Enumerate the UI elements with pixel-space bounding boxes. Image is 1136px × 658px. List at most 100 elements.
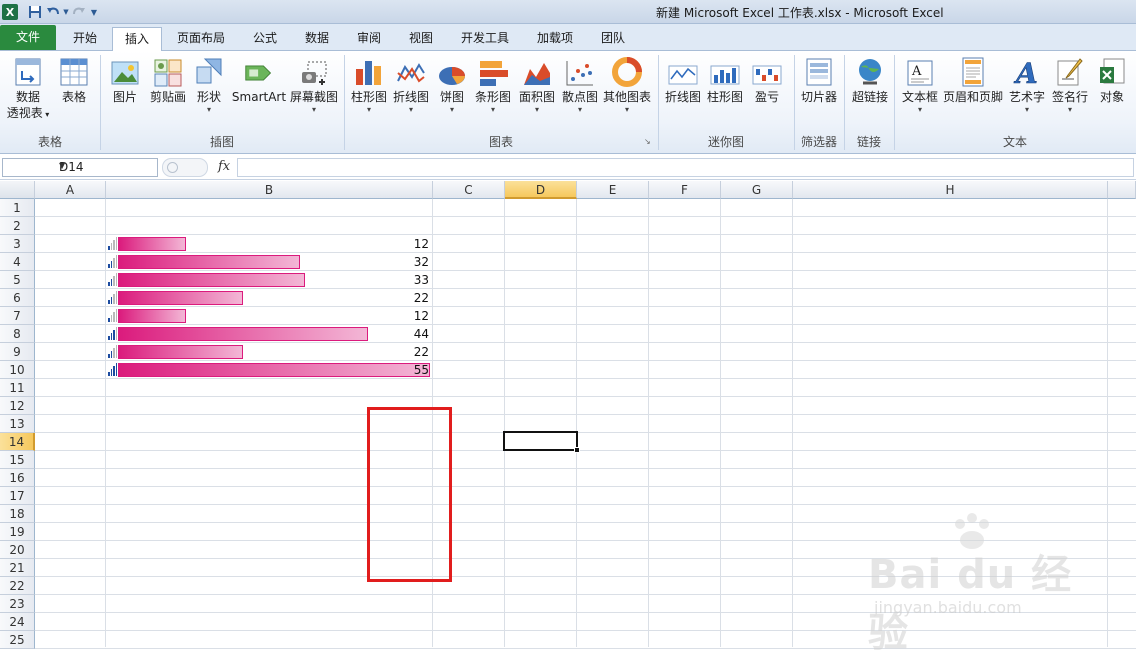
row-header-19[interactable]: 19 [0,523,35,541]
cell-value-row-5[interactable]: 33 [367,271,430,289]
tab-view[interactable]: 视图 [398,27,444,51]
area-chart-button[interactable]: 面积图 ▾ [516,55,558,115]
gridline-vertical [720,199,721,647]
row-header-3[interactable]: 3 [0,235,35,253]
name-box-dropdown-icon[interactable]: ▼ [59,161,153,170]
tab-team[interactable]: 团队 [590,27,636,51]
row-header-13[interactable]: 13 [0,415,35,433]
other-charts-label: 其他图表 [602,90,651,104]
ribbon-tabs: 文件 开始 插入 页面布局 公式 数据 审阅 视图 开发工具 加载项 团队 [0,24,1136,52]
cell-value-row-7[interactable]: 12 [367,307,430,325]
tab-page-layout[interactable]: 页面布局 [168,27,234,51]
tab-file[interactable]: 文件 [0,25,56,50]
row-header-2[interactable]: 2 [0,217,35,235]
row-header-8[interactable]: 8 [0,325,35,343]
name-box[interactable]: D14 ▼ [2,158,158,177]
screenshot-button[interactable]: 屏幕截图 ▾ [288,55,340,115]
sparkline-line-label: 折线图 [664,90,701,104]
clipart-button[interactable]: 剪贴画 [146,55,190,105]
row-header-17[interactable]: 17 [0,487,35,505]
column-header-c[interactable]: C [433,181,505,199]
undo-dropdown-icon[interactable]: ▼ [62,3,70,21]
object-button[interactable]: 对象 [1094,55,1130,105]
insert-function-icon[interactable]: fx [218,159,230,174]
tab-insert[interactable]: 插入 [112,27,162,52]
expand-icon[interactable] [167,162,178,173]
cell-value-row-10[interactable]: 55 [367,361,430,379]
tab-addins[interactable]: 加载项 [526,27,584,51]
column-header-g[interactable]: G [721,181,793,199]
tab-developer[interactable]: 开发工具 [452,27,518,51]
scatter-chart-button[interactable]: 散点图 ▾ [560,55,600,115]
row-header-6[interactable]: 6 [0,289,35,307]
row-header-14[interactable]: 14 [0,433,35,451]
cell-value-row-6[interactable]: 22 [367,289,430,307]
sparkline-line-button[interactable]: 折线图 [662,55,704,105]
row-header-23[interactable]: 23 [0,595,35,613]
row-header-9[interactable]: 9 [0,343,35,361]
header-footer-button[interactable]: 页眉和页脚 [942,55,1004,105]
row-header-16[interactable]: 16 [0,469,35,487]
formula-input[interactable] [237,158,1134,177]
textbox-button[interactable]: A 文本框 ▾ [898,55,942,115]
tab-review[interactable]: 审阅 [346,27,392,51]
line-chart-button[interactable]: 折线图 ▾ [390,55,432,115]
hyperlink-button[interactable]: 超链接 [848,55,892,105]
sparkline-winloss-button[interactable]: 盈亏 [748,55,786,105]
active-cell-d14[interactable] [503,431,580,453]
row-header-21[interactable]: 21 [0,559,35,577]
column-header-a[interactable]: A [35,181,106,199]
column-header-f[interactable]: F [649,181,721,199]
title-bar: X ▼ ▼ 新建 Microsoft Excel 工作表.xlsx - Micr… [0,0,1136,24]
tab-data[interactable]: 数据 [294,27,340,51]
row-header-1[interactable]: 1 [0,199,35,217]
tab-formulas[interactable]: 公式 [242,27,288,51]
row-header-7[interactable]: 7 [0,307,35,325]
fill-handle[interactable] [574,447,580,453]
cell-value-row-9[interactable]: 22 [367,343,430,361]
row-header-11[interactable]: 11 [0,379,35,397]
slicer-button[interactable]: 切片器 [798,55,840,105]
pivot-table-button[interactable]: 数据 透视表 ▾ [4,55,52,123]
column-header-h[interactable]: H [793,181,1108,199]
row-header-12[interactable]: 12 [0,397,35,415]
row-header-5[interactable]: 5 [0,271,35,289]
screenshot-label: 屏幕截图 [289,90,338,104]
cell-value-row-3[interactable]: 12 [367,235,430,253]
row-header-18[interactable]: 18 [0,505,35,523]
picture-button[interactable]: 图片 [106,55,144,105]
other-charts-button[interactable]: 其他图表 ▾ [600,55,654,115]
sparkline-column-button[interactable]: 柱形图 [704,55,746,105]
column-header-partial[interactable] [1108,181,1136,199]
smartart-button[interactable]: SmartArt [230,55,288,105]
column-header-b[interactable]: B [106,181,433,199]
column-header-e[interactable]: E [577,181,649,199]
column-header-d[interactable]: D [505,181,577,199]
tab-home[interactable]: 开始 [62,27,108,51]
column-chart-button[interactable]: 柱形图 ▾ [348,55,390,115]
undo-icon[interactable] [44,3,62,21]
row-header-22[interactable]: 22 [0,577,35,595]
row-header-10[interactable]: 10 [0,361,35,379]
row-header-25[interactable]: 25 [0,631,35,649]
pie-chart-button[interactable]: 饼图 ▾ [434,55,470,115]
bar-chart-button[interactable]: 条形图 ▾ [472,55,514,115]
shapes-button[interactable]: 形状 ▾ [192,55,226,115]
row-header-20[interactable]: 20 [0,541,35,559]
gridline-vertical [648,199,649,647]
row-header-4[interactable]: 4 [0,253,35,271]
cell-value-row-8[interactable]: 44 [367,325,430,343]
wordart-button[interactable]: A 艺术字 ▾ [1006,55,1048,115]
redo-icon[interactable] [70,3,88,21]
customize-qat-icon[interactable]: ▼ [88,3,100,21]
cell-value-row-4[interactable]: 32 [367,253,430,271]
table-button[interactable]: 表格 [54,55,94,105]
row-header-24[interactable]: 24 [0,613,35,631]
row-header-15[interactable]: 15 [0,451,35,469]
data-bar-row-8 [118,327,368,341]
select-all-corner[interactable] [0,181,35,199]
group-label-illustrations: 插图 [209,135,234,149]
save-icon[interactable] [26,3,44,21]
gridline-vertical [105,199,106,647]
signature-line-button[interactable]: 签名行 ▾ [1048,55,1092,115]
